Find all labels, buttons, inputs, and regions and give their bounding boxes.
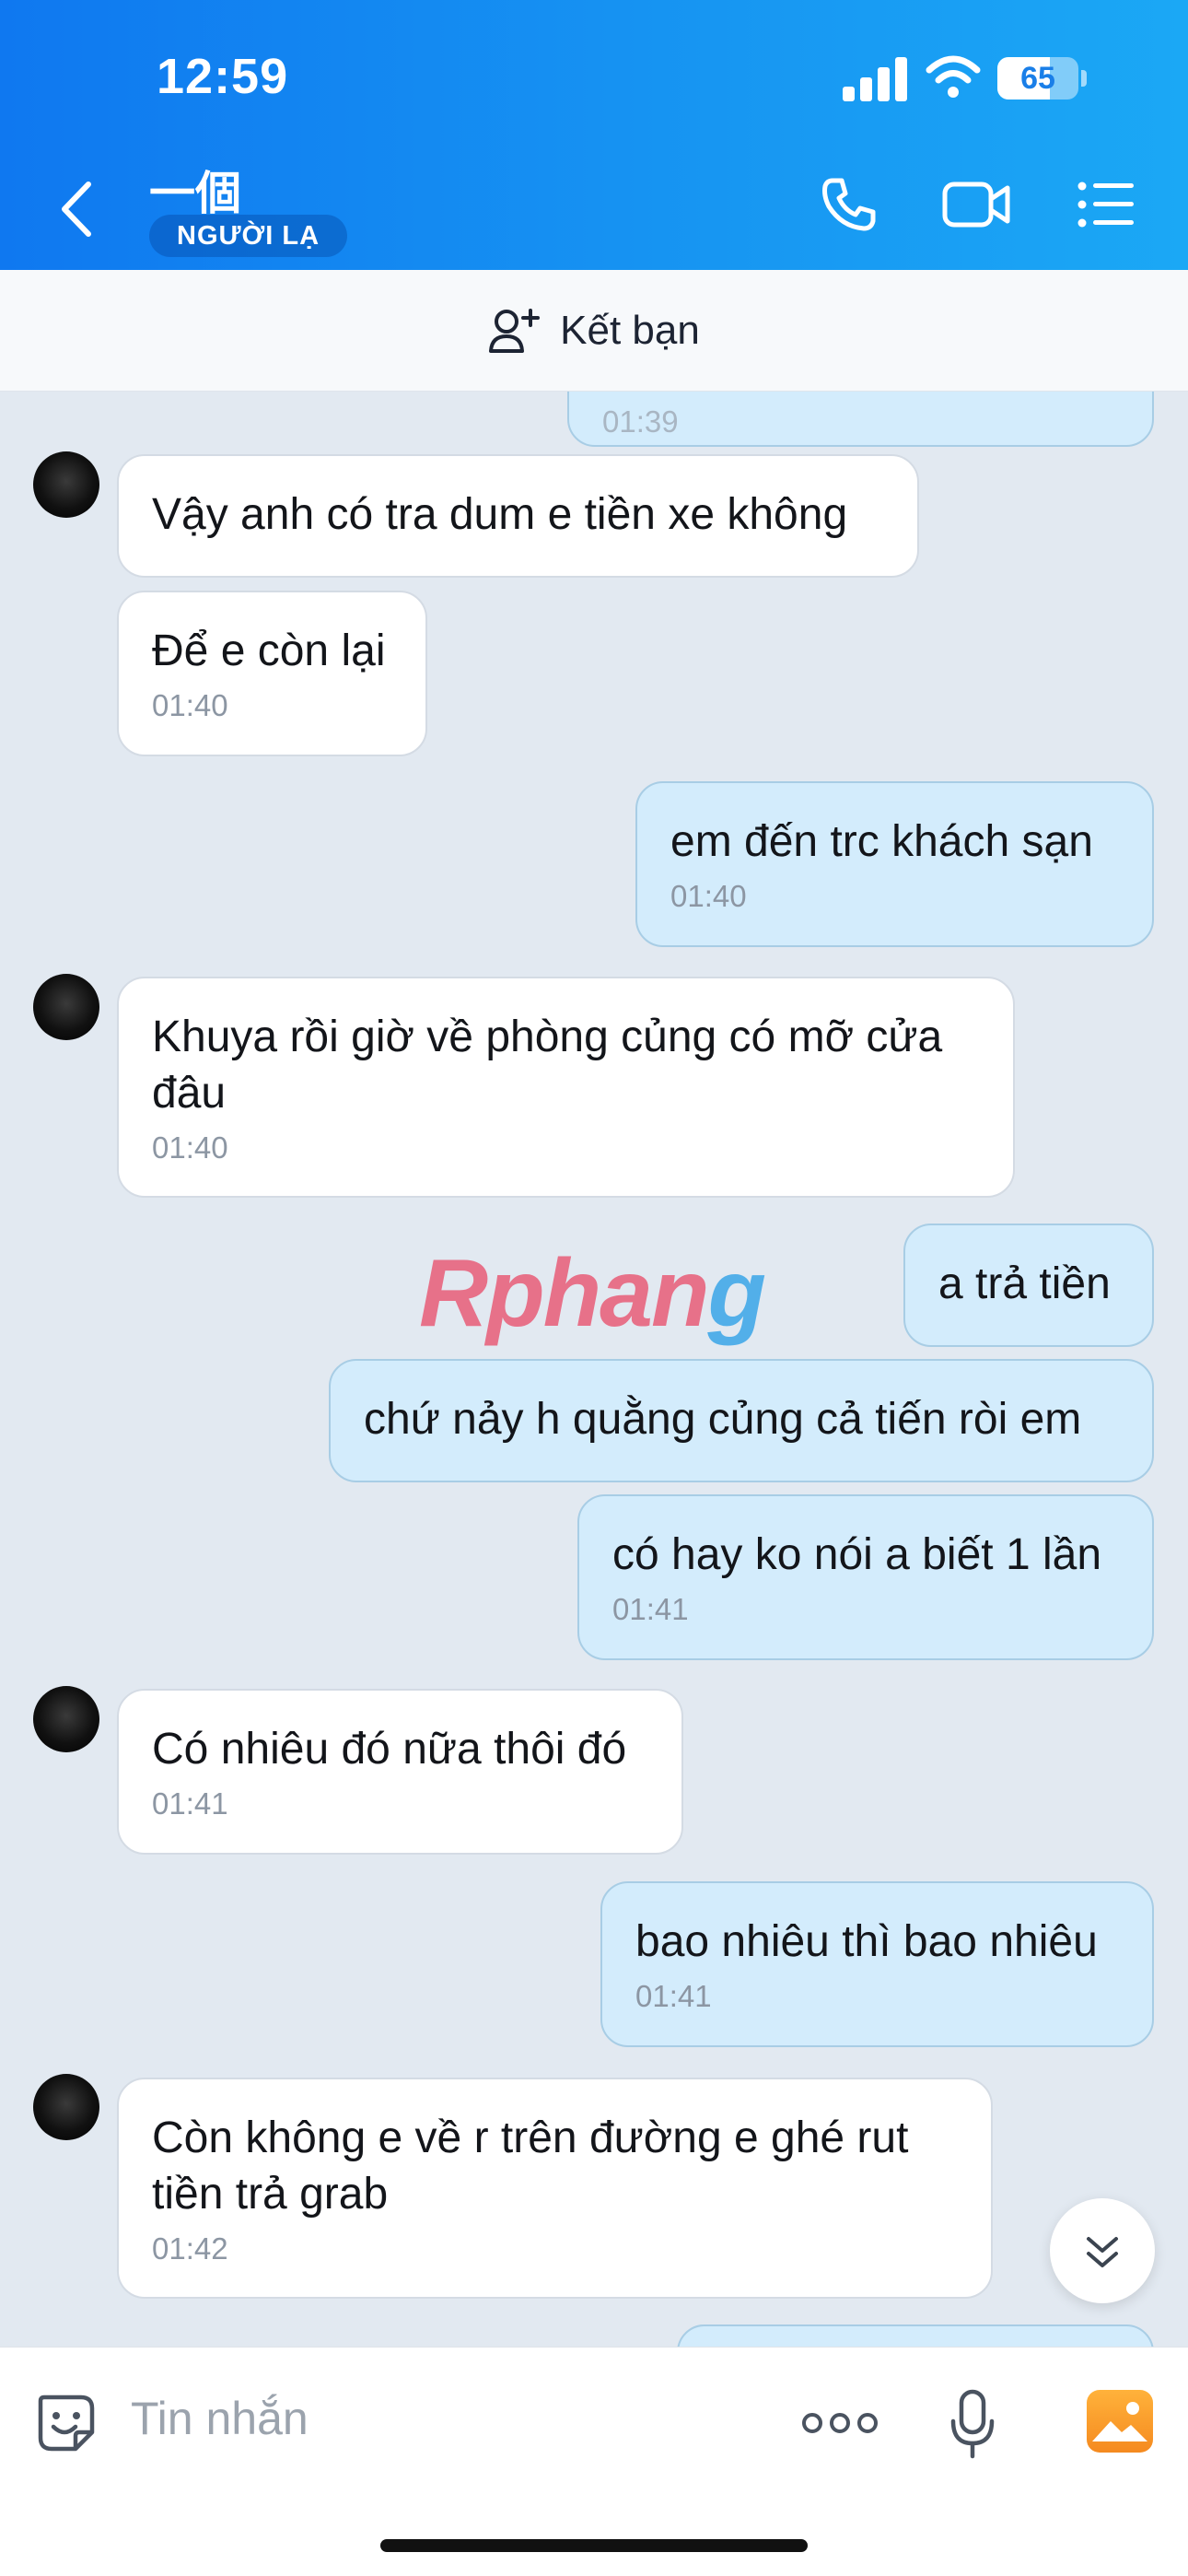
add-friend-label: Kết bạn (560, 307, 700, 353)
battery-level: 65 (1020, 61, 1055, 96)
message-bubble-incoming[interactable]: Còn không e về r trên đường e ghé rut ti… (117, 2078, 993, 2299)
list-menu-icon[interactable] (1077, 175, 1135, 234)
video-call-icon[interactable] (941, 175, 1011, 234)
message-composer: Tin nhắn (0, 2347, 1188, 2576)
message-bubble-outgoing[interactable]: a trả tiền (903, 1224, 1154, 1347)
message-bubble-incoming[interactable]: Để e còn lại 01:40 (117, 591, 427, 756)
message-bubble-outgoing[interactable] (677, 2324, 1154, 2347)
avatar[interactable] (33, 2074, 99, 2140)
stranger-badge: NGƯỜI LẠ (149, 215, 348, 257)
add-friend-bar[interactable]: Kết bạn (0, 270, 1188, 392)
microphone-icon[interactable] (949, 2388, 996, 2462)
chat-header: 12:59 65 一個 NGƯỜI LẠ (0, 0, 1188, 270)
battery-icon: 65 (997, 57, 1078, 100)
gallery-icon[interactable] (1085, 2388, 1155, 2454)
message-bubble-outgoing[interactable]: 01:39 (567, 392, 1154, 447)
message-bubble-outgoing[interactable]: chứ nảy h quằng củng cả tiến ròi em (329, 1359, 1154, 1482)
message-bubble-outgoing[interactable]: bao nhiêu thì bao nhiêu 01:41 (600, 1881, 1154, 2047)
battery-cap (1081, 70, 1087, 87)
cellular-signal-icon (843, 57, 909, 101)
message-list[interactable]: 01:39 Vậy anh có tra dum e tiền xe không… (0, 392, 1188, 2347)
wifi-icon (926, 55, 981, 98)
back-icon[interactable] (53, 177, 99, 241)
avatar[interactable] (33, 974, 99, 1040)
more-icon[interactable] (801, 2410, 879, 2436)
avatar[interactable] (33, 451, 99, 518)
watermark: Rphang (419, 1240, 766, 1347)
scroll-to-bottom-button[interactable] (1050, 2198, 1155, 2303)
home-indicator[interactable] (380, 2539, 808, 2552)
message-input[interactable]: Tin nhắn (131, 2392, 309, 2445)
contact-name[interactable]: 一個 (149, 157, 241, 223)
phone-icon[interactable] (820, 175, 879, 234)
message-bubble-outgoing[interactable]: em đến trc khách sạn 01:40 (635, 781, 1154, 947)
avatar[interactable] (33, 1686, 99, 1752)
chevron-down-icon (1087, 2237, 1118, 2267)
sticker-icon[interactable] (33, 2390, 99, 2456)
message-bubble-incoming[interactable]: Có nhiêu đó nữa thôi đó 01:41 (117, 1689, 683, 1855)
add-friend-icon (489, 308, 541, 353)
message-bubble-outgoing[interactable]: có hay ko nói a biết 1 lần 01:41 (577, 1494, 1154, 1660)
status-time: 12:59 (157, 49, 289, 104)
message-bubble-incoming[interactable]: Khuya rồi giờ về phòng củng có mỡ cửa đâ… (117, 977, 1015, 1198)
message-bubble-incoming[interactable]: Vậy anh có tra dum e tiền xe không (117, 454, 919, 578)
